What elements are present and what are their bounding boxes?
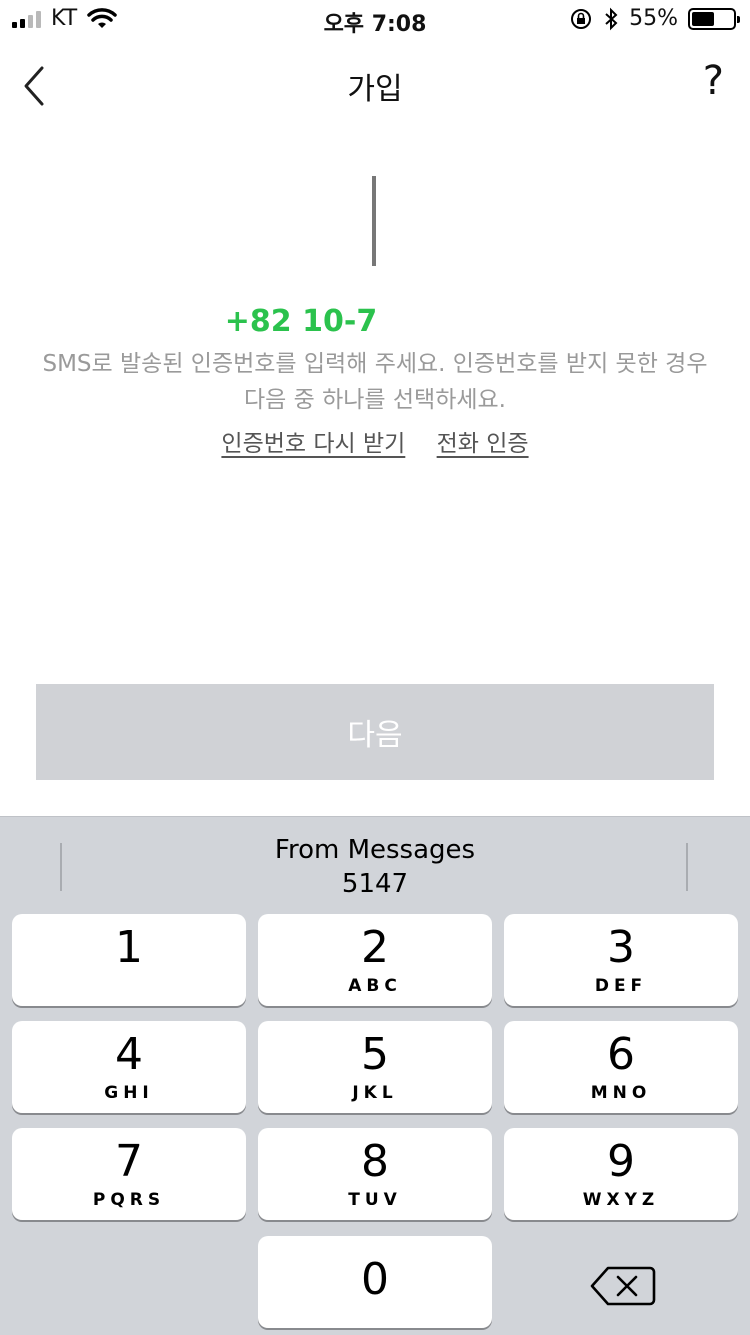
resend-code-link[interactable]: 인증번호 다시 받기 [221, 431, 405, 457]
key-2[interactable]: 2 ABC [258, 914, 492, 1006]
battery-percent: 55% [629, 6, 678, 31]
key-7[interactable]: 7 PQRS [12, 1128, 246, 1220]
delete-key-icon[interactable] [504, 1240, 738, 1332]
key-digit: 2 [361, 922, 389, 973]
key-digit: 8 [361, 1136, 389, 1187]
key-0[interactable]: 0 [258, 1236, 492, 1328]
next-button[interactable]: 다음 [36, 684, 714, 780]
key-letters: JKL [352, 1083, 398, 1103]
key-8[interactable]: 8 TUV [258, 1128, 492, 1220]
nav-bar: 가입 ? [0, 50, 750, 120]
key-letters: PQRS [92, 1190, 166, 1210]
key-9[interactable]: 9 WXYZ [504, 1128, 738, 1220]
rotation-lock-icon [571, 8, 592, 29]
key-digit: 3 [607, 922, 635, 973]
key-6[interactable]: 6 MNO [504, 1021, 738, 1113]
status-bar: KT 오후 7:08 55% [0, 0, 750, 40]
verification-description: SMS로 발송된 인증번호를 입력해 주세요. 인증번호를 받지 못한 경우 다… [42, 351, 708, 413]
help-button[interactable]: ? [703, 58, 724, 104]
verification-links: 인증번호 다시 받기 전화 인증 [0, 424, 750, 458]
battery-fill [692, 11, 714, 26]
key-letters: WXYZ [582, 1190, 660, 1210]
key-letters: ABC [348, 976, 402, 996]
code-input-cursor[interactable] [372, 176, 376, 266]
key-digit: 9 [607, 1136, 635, 1187]
phone-number-text: +82 10-7 [224, 304, 378, 339]
key-1[interactable]: 1 [12, 914, 246, 1006]
status-right: 55% [569, 6, 740, 31]
autofill-suggestion-bar: From Messages 5147 [0, 817, 750, 907]
bluetooth-icon [605, 7, 618, 30]
battery-icon [688, 7, 740, 30]
key-digit: 0 [361, 1254, 389, 1305]
key-digit: 5 [361, 1029, 389, 1080]
key-digit: 7 [115, 1136, 143, 1187]
suggestion-divider [686, 843, 688, 891]
key-3[interactable]: 3 DEF [504, 914, 738, 1006]
phone-number: +82 10-7 [0, 304, 750, 339]
autofill-code-suggestion[interactable]: From Messages 5147 [0, 833, 750, 901]
page-title: 가입 [347, 72, 403, 107]
key-digit: 4 [115, 1029, 143, 1080]
key-letters: MNO [590, 1083, 652, 1103]
key-digit: 1 [115, 922, 143, 973]
suggestion-source: From Messages [274, 835, 476, 865]
key-4[interactable]: 4 GHI [12, 1021, 246, 1113]
key-letters: DEF [594, 976, 648, 996]
phone-call-verification-link[interactable]: 전화 인증 [437, 431, 529, 457]
key-5[interactable]: 5 JKL [258, 1021, 492, 1113]
key-letters: GHI [104, 1083, 154, 1103]
key-letters: TUV [348, 1190, 402, 1210]
key-digit: 6 [607, 1029, 635, 1080]
suggestion-code: 5147 [341, 869, 409, 899]
